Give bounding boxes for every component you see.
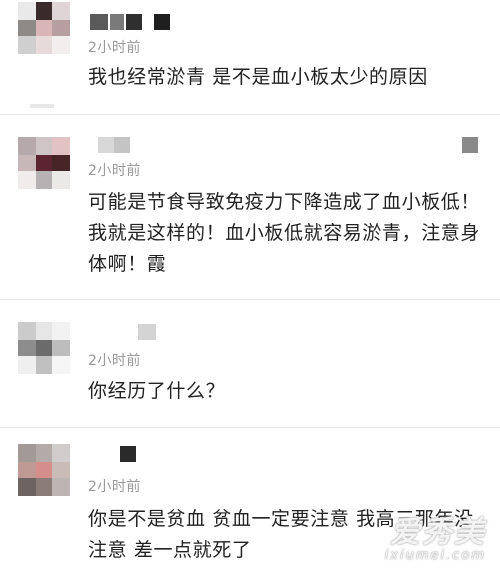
username-blurred[interactable] <box>90 14 180 30</box>
comment-item: 2小时前 你是不是贫血 贫血一定要注意 我高三那年没注意 差一点就死了 <box>0 428 500 575</box>
avatar[interactable] <box>18 2 70 54</box>
avatar[interactable] <box>18 137 70 189</box>
comment-timestamp: 2小时前 <box>88 353 141 369</box>
avatar[interactable] <box>18 444 70 496</box>
comment-text: 你经历了什么？ <box>88 380 226 402</box>
comment-text: 我也经常淤青 是不是血小板太少的原因 <box>88 66 428 88</box>
comment-text: 你是不是贫血 贫血一定要注意 我高三那年没注意 差一点就死了 <box>88 508 474 561</box>
divider-shadow <box>30 104 54 108</box>
comment-timestamp: 2小时前 <box>88 479 141 495</box>
comment-timestamp: 2小时前 <box>88 40 141 56</box>
avatar[interactable] <box>18 322 70 374</box>
username-blurred[interactable] <box>138 324 156 340</box>
comment-item: 2小时前 可能是节食导致免疫力下降造成了血小板低！我就是这样的！血小板低就容易淤… <box>0 115 500 300</box>
comment-text: 可能是节食导致免疫力下降造成了血小板低！我就是这样的！血小板低就容易淤青，注意身… <box>88 191 481 275</box>
comment-timestamp: 2小时前 <box>88 163 141 179</box>
username-blurred[interactable] <box>120 446 138 462</box>
action-icon-blurred[interactable] <box>462 137 478 153</box>
username-blurred[interactable] <box>98 137 148 153</box>
comment-item: 2小时前 我也经常淤青 是不是血小板太少的原因 <box>0 0 500 115</box>
comment-item: 2小时前 你经历了什么？ <box>0 300 500 428</box>
